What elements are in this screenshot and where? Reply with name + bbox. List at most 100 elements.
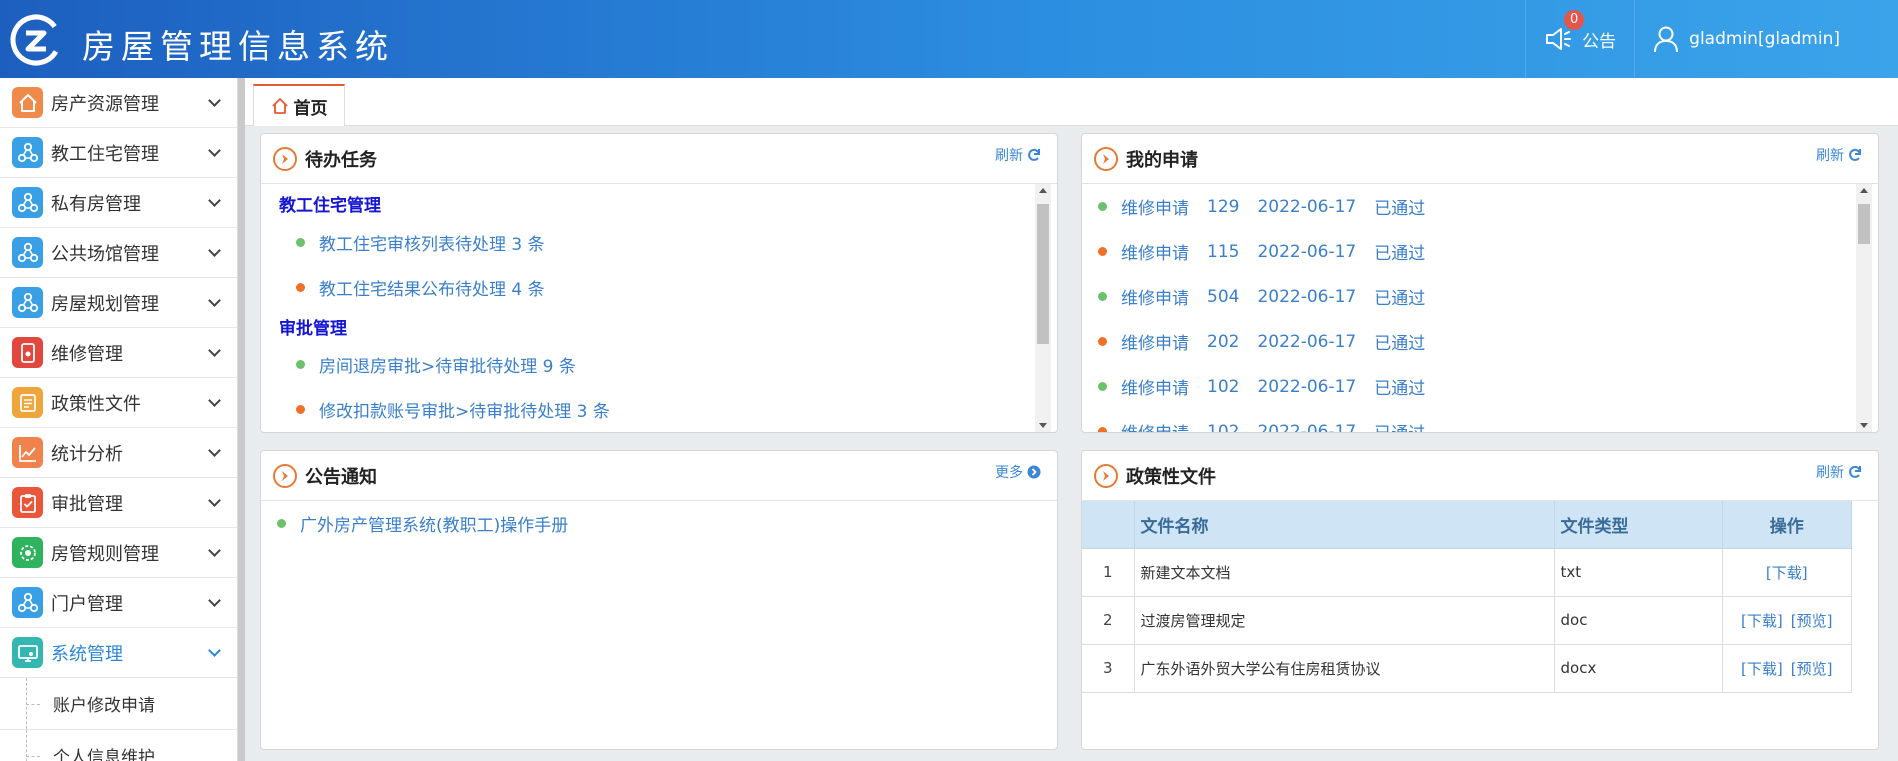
application-item[interactable]: 维修申请 202 2022-06-17 已通过 bbox=[1098, 319, 1425, 364]
application-type: 维修申请 bbox=[1121, 379, 1189, 399]
file-ops: [下载] [预览] bbox=[1722, 596, 1852, 645]
chevron-down-icon bbox=[208, 94, 221, 107]
sidebar-item[interactable]: 教工住宅管理 bbox=[0, 128, 237, 178]
policy-refresh-button[interactable]: 刷新 bbox=[1816, 462, 1862, 482]
scroll-up-arrow-icon[interactable] bbox=[1860, 188, 1868, 193]
sidebar-subitem-personal-info[interactable]: 个人信息维护 bbox=[0, 730, 237, 761]
hierarchy-icon bbox=[12, 587, 43, 618]
chevron-down-icon bbox=[208, 544, 221, 557]
sidebar-item-label: 维修管理 bbox=[51, 343, 123, 365]
logo-icon bbox=[10, 14, 62, 66]
app-title: 房屋管理信息系统 bbox=[82, 27, 394, 66]
sidebar-item-label: 房产资源管理 bbox=[51, 93, 159, 115]
status-dot bbox=[296, 405, 305, 414]
scroll-down-arrow-icon[interactable] bbox=[1860, 423, 1868, 428]
arrow-circle-icon bbox=[273, 463, 297, 488]
application-status: 已通过 bbox=[1374, 289, 1426, 309]
scroll-thumb[interactable] bbox=[1037, 204, 1049, 344]
sidebar-item[interactable]: 房管规则管理 bbox=[0, 528, 237, 578]
applications-panel: 我的申请 刷新 维修申请 129 2022-06-17 已通过 维修申请 115 2022-… bbox=[1081, 133, 1879, 433]
sidebar-scrollbar[interactable] bbox=[238, 78, 245, 761]
chevron-down-icon bbox=[208, 194, 221, 207]
preview-link[interactable]: [预览] bbox=[1791, 660, 1833, 678]
application-date: 2022-06-17 bbox=[1257, 331, 1357, 352]
status-dot bbox=[296, 360, 305, 369]
notice-item[interactable]: 广外房产管理系统(教职工)操作手册 bbox=[261, 501, 1057, 546]
chevron-down-icon bbox=[208, 344, 221, 357]
chevron-down-icon bbox=[208, 294, 221, 307]
sidebar: 房产资源管理教工住宅管理私有房管理公共场馆管理 房屋规划管理 维修管理政策性文件统计… bbox=[0, 78, 238, 761]
status-dot bbox=[1098, 292, 1107, 301]
sidebar-item[interactable]: 私有房管理 bbox=[0, 178, 237, 228]
application-id: 202 bbox=[1207, 331, 1240, 352]
sidebar-item[interactable]: 系统管理 bbox=[0, 628, 237, 678]
col-type-header: 文件类型 bbox=[1554, 501, 1723, 549]
applications-refresh-button[interactable]: 刷新 bbox=[1816, 145, 1862, 165]
scroll-up-arrow-icon[interactable] bbox=[1039, 188, 1047, 193]
sidebar-item[interactable]: 维修管理 bbox=[0, 328, 237, 378]
sidebar-item[interactable]: 房屋规划管理 bbox=[0, 278, 237, 328]
todo-item[interactable]: 教工住宅审核列表待处理 3 条 bbox=[261, 220, 610, 265]
notice-count-badge: 0 bbox=[1564, 10, 1585, 30]
sidebar-item-label: 房屋规划管理 bbox=[51, 293, 159, 315]
repair-icon bbox=[12, 337, 43, 368]
user-menu[interactable]: gladmin[gladmin] bbox=[1634, 0, 1898, 78]
todo-item[interactable]: 房间退房审批>待审批待处理 9 条 bbox=[261, 342, 610, 387]
application-status: 已通过 bbox=[1374, 419, 1425, 432]
policy-table: 文件名称 文件类型 操作 1 新建文本文档 txt [下载] 2 过渡房管理规定 doc [下… bbox=[1082, 501, 1852, 693]
application-status: 已通过 bbox=[1374, 199, 1426, 219]
sidebar-item[interactable]: 门户管理 bbox=[0, 578, 237, 628]
application-item[interactable]: 维修申请 102 2022-06-17 已通过 bbox=[1098, 409, 1425, 432]
application-date: 2022-06-17 bbox=[1257, 421, 1357, 433]
application-id: 115 bbox=[1207, 241, 1240, 262]
download-link[interactable]: [下载] bbox=[1766, 564, 1808, 582]
file-ops: [下载] bbox=[1722, 548, 1852, 597]
todo-item[interactable]: 修改扣款账号审批>待审批待处理 3 条 bbox=[261, 387, 610, 432]
preview-link[interactable]: [预览] bbox=[1791, 612, 1833, 630]
table-row: 3 广东外语外贸大学公有住房租赁协议 docx [下载] [预览] bbox=[1082, 644, 1852, 693]
application-item[interactable]: 维修申请 129 2022-06-17 已通过 bbox=[1098, 184, 1425, 229]
sidebar-item[interactable]: 公共场馆管理 bbox=[0, 228, 237, 278]
sidebar-item-label: 公共场馆管理 bbox=[51, 243, 159, 265]
application-date: 2022-06-17 bbox=[1257, 241, 1357, 262]
todo-group-title: 教工住宅管理 bbox=[279, 196, 381, 216]
tab-home[interactable]: 首页 bbox=[253, 84, 345, 126]
notices-more-button[interactable]: 更多 bbox=[995, 462, 1041, 482]
sidebar-item-label: 私有房管理 bbox=[51, 193, 141, 215]
application-item[interactable]: 维修申请 115 2022-06-17 已通过 bbox=[1098, 229, 1425, 274]
todo-item[interactable]: 教工住宅结果公布待处理 4 条 bbox=[261, 265, 610, 310]
sidebar-subitem-account-change[interactable]: 账户修改申请 bbox=[0, 678, 237, 730]
app-header: 房屋管理信息系统 0 公告 gladmin[gladmin] bbox=[0, 0, 1898, 78]
download-link[interactable]: [下载] bbox=[1741, 660, 1783, 678]
applications-scrollbar[interactable] bbox=[1856, 184, 1872, 432]
application-item[interactable]: 维修申请 102 2022-06-17 已通过 bbox=[1098, 364, 1425, 409]
file-name: 新建文本文档 bbox=[1134, 548, 1555, 597]
todo-group-title: 审批管理 bbox=[279, 319, 347, 339]
notice-button[interactable]: 0 公告 bbox=[1525, 0, 1634, 78]
chevron-right-circle-icon bbox=[1027, 465, 1041, 479]
chevron-down-icon bbox=[208, 394, 221, 407]
todo-scrollbar[interactable] bbox=[1035, 184, 1051, 432]
sidebar-item[interactable]: 审批管理 bbox=[0, 478, 237, 528]
application-type: 维修申请 bbox=[1121, 199, 1189, 219]
download-link[interactable]: [下载] bbox=[1741, 612, 1783, 630]
sidebar-item[interactable]: 房产资源管理 bbox=[0, 78, 237, 128]
status-dot bbox=[296, 283, 305, 292]
sidebar-item-label: 统计分析 bbox=[51, 443, 123, 465]
sidebar-item[interactable]: 统计分析 bbox=[0, 428, 237, 478]
application-date: 2022-06-17 bbox=[1257, 196, 1357, 217]
application-status: 已通过 bbox=[1374, 334, 1426, 354]
file-type: txt bbox=[1554, 548, 1723, 597]
sidebar-item-label: 门户管理 bbox=[51, 593, 123, 615]
table-row: 2 过渡房管理规定 doc [下载] [预览] bbox=[1082, 596, 1852, 645]
chevron-down-icon bbox=[208, 494, 221, 507]
sidebar-item[interactable]: 政策性文件 bbox=[0, 378, 237, 428]
todo-refresh-button[interactable]: 刷新 bbox=[995, 145, 1041, 165]
monitor-icon bbox=[12, 637, 43, 668]
chevron-down-icon bbox=[208, 594, 221, 607]
scroll-down-arrow-icon[interactable] bbox=[1039, 423, 1047, 428]
application-item[interactable]: 维修申请 504 2022-06-17 已通过 bbox=[1098, 274, 1425, 319]
scroll-thumb[interactable] bbox=[1858, 204, 1870, 244]
tab-bar: 首页 bbox=[245, 78, 1898, 126]
chevron-down-icon bbox=[208, 244, 221, 257]
